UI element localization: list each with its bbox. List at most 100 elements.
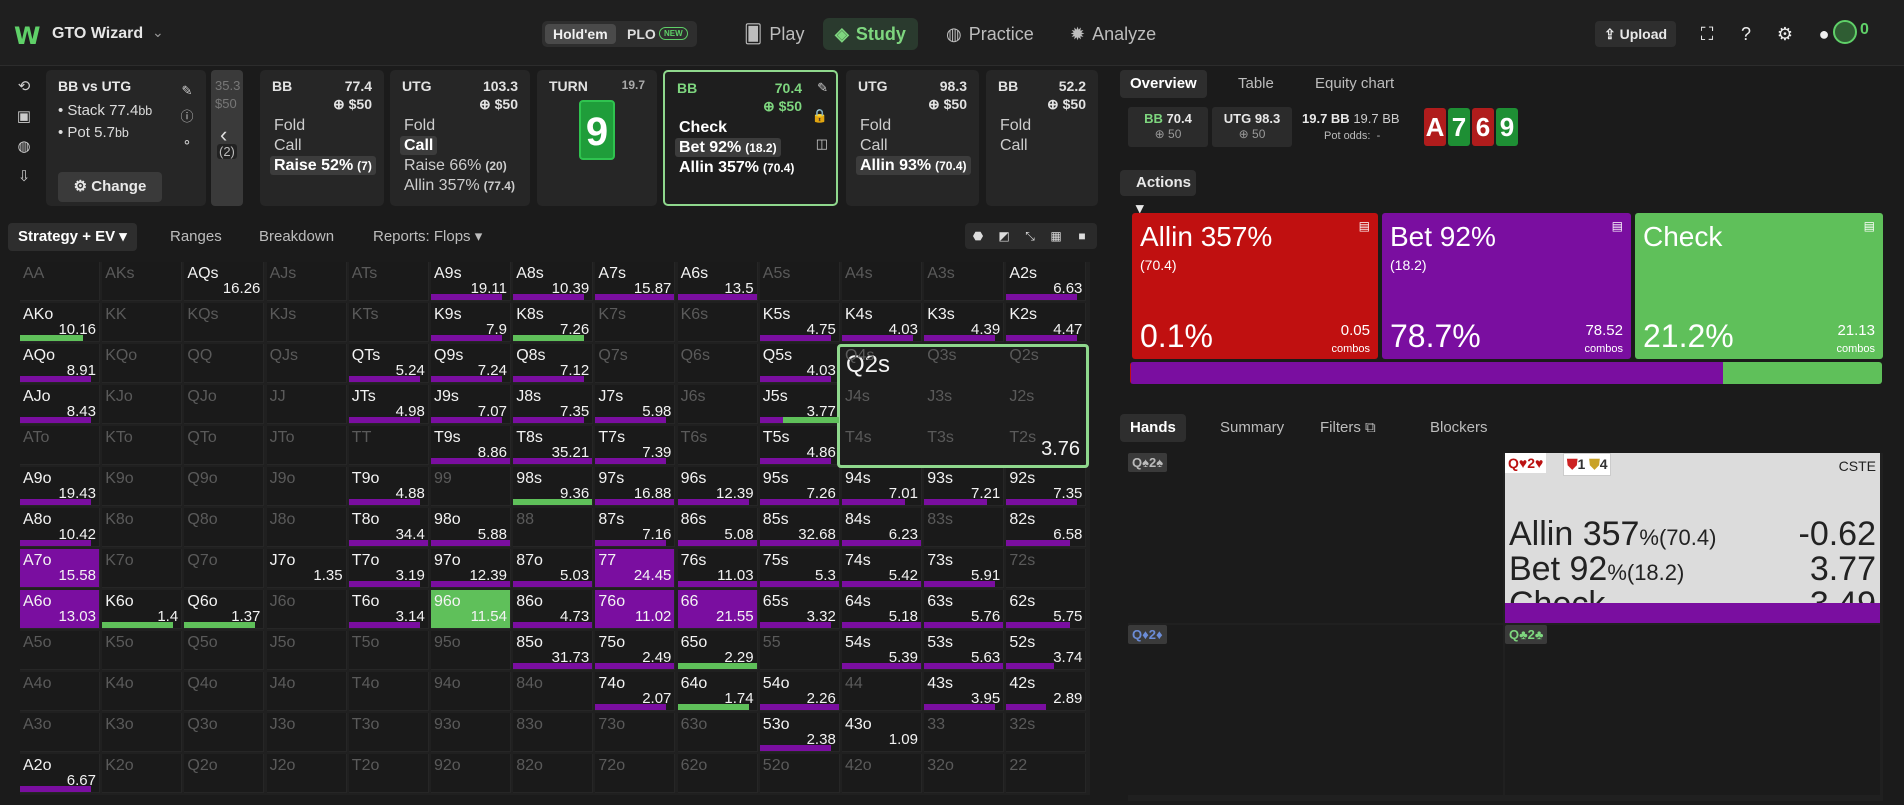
- tab-blockers[interactable]: Blockers: [1420, 414, 1498, 442]
- hand-cell-Q9s[interactable]: Q9s 7.24: [431, 344, 511, 383]
- gto-wizard-logo[interactable]: W: [14, 22, 40, 50]
- hand-cell-76s[interactable]: 76s 11.03: [677, 549, 758, 588]
- hand-cell-ATs[interactable]: ATs: [348, 262, 429, 301]
- nav-study[interactable]: ◈ Study: [823, 18, 918, 50]
- hand-cell-84o[interactable]: 84o: [513, 672, 594, 711]
- hand-cell-J4o[interactable]: J4o: [266, 672, 347, 711]
- hand-cell-75s[interactable]: 75s 5.3: [759, 549, 840, 588]
- hand-cell-53o[interactable]: 53o 2.38: [759, 713, 840, 752]
- info-icon[interactable]: ⓘ: [180, 109, 193, 124]
- hand-cell-K7s[interactable]: K7s: [595, 303, 676, 342]
- hand-cell-Q7o[interactable]: Q7o: [184, 549, 265, 588]
- hand-cell-Q3o[interactable]: Q3o: [184, 713, 265, 752]
- hand-cell-64o[interactable]: 64o 1.74: [677, 672, 758, 711]
- tab-overview[interactable]: Overview: [1120, 70, 1207, 98]
- help-icon[interactable]: ?: [1733, 21, 1759, 47]
- hand-cell-32o[interactable]: 32o: [924, 754, 1005, 793]
- hand-cell-A4o[interactable]: A4o: [20, 672, 100, 711]
- hand-cell-97o[interactable]: 97o 12.39: [431, 549, 511, 588]
- hand-cell-96o[interactable]: 96o 11.54: [431, 590, 511, 629]
- spot-action[interactable]: Allin 357% (77.4): [400, 176, 519, 195]
- nav-practice[interactable]: ◍ Practice: [934, 18, 1046, 50]
- hand-cell-Q2o[interactable]: Q2o: [184, 754, 265, 793]
- hand-cell-54o[interactable]: 54o 2.26: [759, 672, 840, 711]
- hand-cell-Q4o[interactable]: Q4o: [184, 672, 265, 711]
- gear-icon[interactable]: ⚙: [1772, 21, 1798, 47]
- plo-option[interactable]: PLO: [619, 24, 664, 44]
- scroll-back[interactable]: 35.3 $50 ‹ (2): [211, 70, 243, 206]
- hand-cell-T3o[interactable]: T3o: [348, 713, 429, 752]
- hand-cell-T6o[interactable]: T6o 3.14: [348, 590, 429, 629]
- hand-cell-98o[interactable]: 98o 5.88: [431, 508, 511, 547]
- hand-cell-Q5s[interactable]: Q5s 4.03: [759, 344, 840, 383]
- spot-action[interactable]: Fold: [856, 116, 895, 135]
- gamepad-icon[interactable]: ◍: [8, 132, 40, 162]
- hand-cell-83o[interactable]: 83o: [513, 713, 594, 752]
- hand-cell-A8o[interactable]: A8o 10.42: [20, 508, 100, 547]
- details-icon[interactable]: ▤: [1359, 219, 1370, 233]
- hand-cell-33[interactable]: 33: [924, 713, 1005, 752]
- compress-icon[interactable]: ⤡: [1017, 223, 1043, 249]
- hand-cell-T7s[interactable]: T7s 7.39: [595, 426, 676, 465]
- hand-cell-K5o[interactable]: K5o: [102, 631, 183, 670]
- hand-cell-KTs[interactable]: KTs: [348, 303, 429, 342]
- hand-cell-T7o[interactable]: T7o 3.19: [348, 549, 429, 588]
- hand-cell-K9s[interactable]: K9s 7.9: [431, 303, 511, 342]
- hand-cell-43s[interactable]: 43s 3.95: [924, 672, 1005, 711]
- action-box[interactable]: Allin 357% (70.4) 0.1% 0.05 combos ▤: [1132, 213, 1378, 359]
- hand-cell-99[interactable]: 99: [431, 467, 511, 506]
- hand-cell-QQ[interactable]: QQ: [184, 344, 265, 383]
- hand-cell-Q7s[interactable]: Q7s: [595, 344, 676, 383]
- hand-cell-A2o[interactable]: A2o 6.67: [20, 754, 100, 793]
- spot-card[interactable]: BB 52.2 ⊕ $50 Fold Call: [986, 70, 1098, 206]
- hand-cell-selected[interactable]: Q♥2♥ ⛊1 ⛊4 CSTE Allin 357%(70.4) -0.62 Bet…: [1505, 453, 1880, 623]
- tab-hands[interactable]: Hands: [1120, 414, 1186, 442]
- details-icon[interactable]: ▤: [1612, 219, 1623, 233]
- hand-cell-A5s[interactable]: A5s: [759, 262, 840, 301]
- hand-cell-52o[interactable]: 52o: [759, 754, 840, 793]
- hand-cell-J8s[interactable]: J8s 7.35: [513, 385, 594, 424]
- hand-cell-42o[interactable]: 42o: [842, 754, 922, 793]
- hand-cell-QJs[interactable]: QJs: [266, 344, 347, 383]
- spot-card[interactable]: BB 77.4 ⊕ $50 Fold Call Raise 52% (7): [260, 70, 384, 206]
- hand-cell-K5s[interactable]: K5s 4.75: [759, 303, 840, 342]
- tab-equity-chart[interactable]: Equity chart: [1305, 70, 1404, 98]
- hand-cell-A8s[interactable]: A8s 10.39: [513, 262, 594, 301]
- contrast-icon[interactable]: ◩: [991, 223, 1017, 249]
- hand-cell-94o[interactable]: 94o: [431, 672, 511, 711]
- hand-cell-73o[interactable]: 73o: [595, 713, 676, 752]
- nav-analyze[interactable]: ✹ Analyze: [1058, 18, 1168, 50]
- hand-cell-A5o[interactable]: A5o: [20, 631, 100, 670]
- edit-icon[interactable]: ✎: [182, 83, 193, 98]
- hand-cell-T9o[interactable]: T9o 4.88: [348, 467, 429, 506]
- hand-cell-42s[interactable]: 42s 2.89: [1006, 672, 1087, 711]
- hand-cell-Q8s[interactable]: Q8s 7.12: [513, 344, 594, 383]
- scan-icon[interactable]: ⛶: [1694, 21, 1720, 47]
- square-icon[interactable]: ■: [1069, 223, 1095, 249]
- cube-icon[interactable]: ⬣: [965, 223, 991, 249]
- details-icon[interactable]: ▤: [1864, 219, 1875, 233]
- hand-cell-T2o[interactable]: T2o: [348, 754, 429, 793]
- grid-icon[interactable]: ▦: [1043, 223, 1069, 249]
- hand-cell-72s[interactable]: 72s: [1006, 549, 1087, 588]
- hand-cell-55[interactable]: 55: [759, 631, 840, 670]
- tab-table[interactable]: Table: [1228, 70, 1284, 98]
- nodes-icon[interactable]: ⚬: [182, 135, 193, 150]
- hand-cell-TT[interactable]: TT: [348, 426, 429, 465]
- hand-cell-K3s[interactable]: K3s 4.39: [924, 303, 1005, 342]
- hand-cell-43o[interactable]: 43o 1.09: [842, 713, 922, 752]
- hand-cell-32s[interactable]: 32s: [1006, 713, 1087, 752]
- hand-cell-K3o[interactable]: K3o: [102, 713, 183, 752]
- hand-cell-AJs[interactable]: AJs: [266, 262, 347, 301]
- hand-cell-J6o[interactable]: J6o: [266, 590, 347, 629]
- hand-cell-73s[interactable]: 73s 5.91: [924, 549, 1005, 588]
- hand-cell-75o[interactable]: 75o 2.49: [595, 631, 676, 670]
- hand-cell-J3o[interactable]: J3o: [266, 713, 347, 752]
- hand-cell-QTo[interactable]: QTo: [184, 426, 265, 465]
- spot-card[interactable]: BB 70.4 ⊕ $50 Check Bet 92% (18.2) Allin 357%(…: [663, 70, 838, 206]
- hand-cell-Q8o[interactable]: Q8o: [184, 508, 265, 547]
- hand-cell-92o[interactable]: 92o: [431, 754, 511, 793]
- spot-action[interactable]: Call: [996, 136, 1032, 155]
- hand-cell-77[interactable]: 77 24.45: [595, 549, 676, 588]
- hand-cell-87s[interactable]: 87s 7.16: [595, 508, 676, 547]
